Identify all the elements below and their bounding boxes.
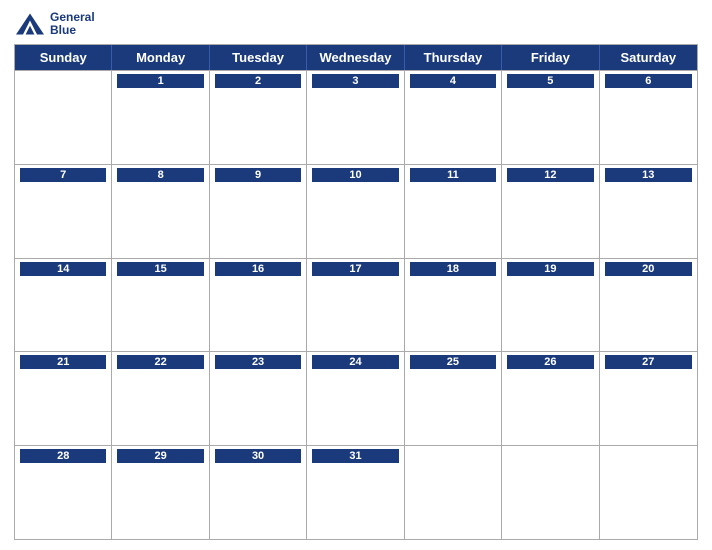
day-cell: 12 <box>502 165 599 258</box>
day-cell: 22 <box>112 352 209 445</box>
day-number: 27 <box>605 355 692 369</box>
day-number: 19 <box>507 262 593 276</box>
day-number: 3 <box>312 74 398 88</box>
day-header-wednesday: Wednesday <box>307 45 404 70</box>
day-number: 28 <box>20 449 106 463</box>
day-cell: 20 <box>600 259 697 352</box>
week-row-5: 28 29 30 31 <box>15 445 697 539</box>
header: General Blue <box>14 10 698 38</box>
logo-text: General Blue <box>50 11 95 37</box>
day-number: 11 <box>410 168 496 182</box>
day-number: 23 <box>215 355 301 369</box>
day-cell: 18 <box>405 259 502 352</box>
day-number: 5 <box>507 74 593 88</box>
day-number: 12 <box>507 168 593 182</box>
day-cell: 26 <box>502 352 599 445</box>
day-cell: 14 <box>15 259 112 352</box>
day-cell: 11 <box>405 165 502 258</box>
logo: General Blue <box>14 10 95 38</box>
day-number: 2 <box>215 74 301 88</box>
day-headers: SundayMondayTuesdayWednesdayThursdayFrid… <box>15 45 697 70</box>
day-cell: 15 <box>112 259 209 352</box>
day-cell: 2 <box>210 71 307 164</box>
day-cell: 8 <box>112 165 209 258</box>
day-number: 31 <box>312 449 398 463</box>
day-cell: 19 <box>502 259 599 352</box>
day-number: 10 <box>312 168 398 182</box>
day-cell: 31 <box>307 446 404 539</box>
week-row-1: 123456 <box>15 70 697 164</box>
day-number: 6 <box>605 74 692 88</box>
day-header-saturday: Saturday <box>600 45 697 70</box>
week-row-4: 21 22 23 24 25 26 27 <box>15 351 697 445</box>
day-cell: 1 <box>112 71 209 164</box>
day-number: 13 <box>605 168 692 182</box>
day-number: 20 <box>605 262 692 276</box>
day-number: 7 <box>20 168 106 182</box>
day-header-thursday: Thursday <box>405 45 502 70</box>
day-cell: 16 <box>210 259 307 352</box>
day-number: 16 <box>215 262 301 276</box>
day-number: 25 <box>410 355 496 369</box>
calendar: SundayMondayTuesdayWednesdayThursdayFrid… <box>14 44 698 540</box>
day-number: 17 <box>312 262 398 276</box>
day-cell: 10 <box>307 165 404 258</box>
day-number: 15 <box>117 262 203 276</box>
day-number: 22 <box>117 355 203 369</box>
week-row-3: 14 15 16 17 18 19 20 <box>15 258 697 352</box>
day-cell: 5 <box>502 71 599 164</box>
day-cell: 25 <box>405 352 502 445</box>
calendar-page: General Blue SundayMondayTuesdayWednesda… <box>0 0 712 550</box>
weeks: 1234567891011121314151617181920212223242… <box>15 70 697 539</box>
day-cell: 13 <box>600 165 697 258</box>
day-number: 21 <box>20 355 106 369</box>
day-cell: 27 <box>600 352 697 445</box>
logo-icon <box>14 10 46 38</box>
day-cell: 30 <box>210 446 307 539</box>
day-number: 14 <box>20 262 106 276</box>
day-cell: 28 <box>15 446 112 539</box>
day-cell: 4 <box>405 71 502 164</box>
day-cell: 3 <box>307 71 404 164</box>
day-cell: 9 <box>210 165 307 258</box>
day-cell: 6 <box>600 71 697 164</box>
day-number: 29 <box>117 449 203 463</box>
day-cell: 24 <box>307 352 404 445</box>
day-cell <box>600 446 697 539</box>
day-number: 9 <box>215 168 301 182</box>
day-cell <box>15 71 112 164</box>
day-number: 8 <box>117 168 203 182</box>
day-cell <box>502 446 599 539</box>
day-header-friday: Friday <box>502 45 599 70</box>
day-header-sunday: Sunday <box>15 45 112 70</box>
day-number: 24 <box>312 355 398 369</box>
day-cell: 23 <box>210 352 307 445</box>
day-header-monday: Monday <box>112 45 209 70</box>
day-cell: 21 <box>15 352 112 445</box>
day-cell: 17 <box>307 259 404 352</box>
day-cell: 7 <box>15 165 112 258</box>
day-number: 26 <box>507 355 593 369</box>
day-number: 30 <box>215 449 301 463</box>
day-header-tuesday: Tuesday <box>210 45 307 70</box>
day-cell: 29 <box>112 446 209 539</box>
day-number: 1 <box>117 74 203 88</box>
day-number: 4 <box>410 74 496 88</box>
day-cell <box>405 446 502 539</box>
week-row-2: 789 10 11 12 13 <box>15 164 697 258</box>
day-number: 18 <box>410 262 496 276</box>
